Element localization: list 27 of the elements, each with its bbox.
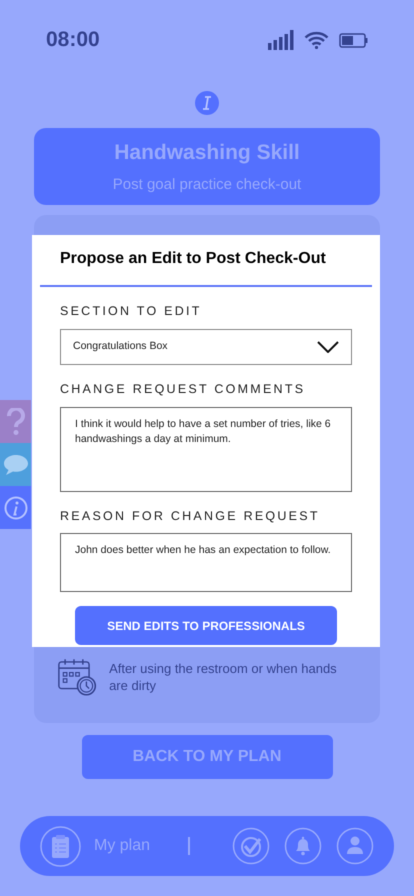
section-dropdown[interactable]: Congratulations Box: [60, 328, 352, 365]
info-icon: [4, 496, 28, 520]
send-edits-button[interactable]: SEND EDITS TO PROFESSIONALS: [75, 606, 337, 646]
field-label: SECTION TO EDIT: [60, 303, 203, 320]
info-icon[interactable]: [195, 91, 219, 115]
skill-title: Handwashing Skill: [114, 140, 300, 166]
user-icon[interactable]: [336, 827, 374, 865]
wifi-icon: [304, 31, 329, 49]
chevron-down-icon: [317, 340, 339, 353]
field-label: REASON FOR CHANGE REQUEST: [60, 508, 321, 524]
status-time: 08:00: [46, 27, 100, 54]
text-area[interactable]: I think it would help to have a set number of tries, like 6 handwashings a day at minimum.: [60, 406, 352, 492]
bell-icon[interactable]: [284, 827, 322, 865]
skill-subtitle: Post goal practice check-out: [112, 175, 302, 195]
side-tab[interactable]: [0, 443, 31, 486]
side-tab[interactable]: [0, 400, 31, 443]
dialog-title: Propose an Edit to Post Check-Out: [60, 249, 327, 269]
clipboard-icon[interactable]: [40, 826, 81, 866]
schedule-text: After using the restroom or when hands are dirty: [109, 660, 338, 694]
battery-icon: [339, 32, 368, 48]
signal-icon: [268, 30, 294, 50]
text-area[interactable]: John does better when he has an expectation to follow.: [60, 533, 352, 592]
side-tab[interactable]: [0, 486, 31, 529]
speech-bubble-icon: [2, 454, 28, 476]
field-label: CHANGE REQUEST COMMENTS: [60, 380, 306, 398]
question-icon: [6, 408, 26, 436]
checkmark-icon[interactable]: [232, 827, 270, 865]
